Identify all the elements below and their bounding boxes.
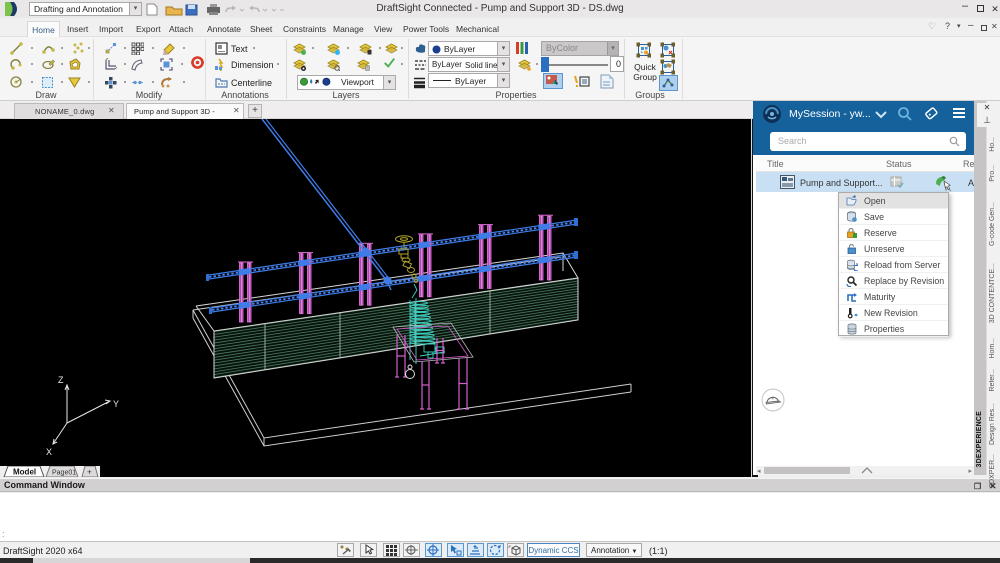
svg-text:Z: Z <box>58 375 64 385</box>
svg-text:+: + <box>87 468 92 477</box>
svg-text:Y: Y <box>113 399 119 409</box>
svg-text:Page01: Page01 <box>52 470 76 477</box>
svg-text:X: X <box>46 447 52 457</box>
svg-text:Model: Model <box>13 468 36 477</box>
